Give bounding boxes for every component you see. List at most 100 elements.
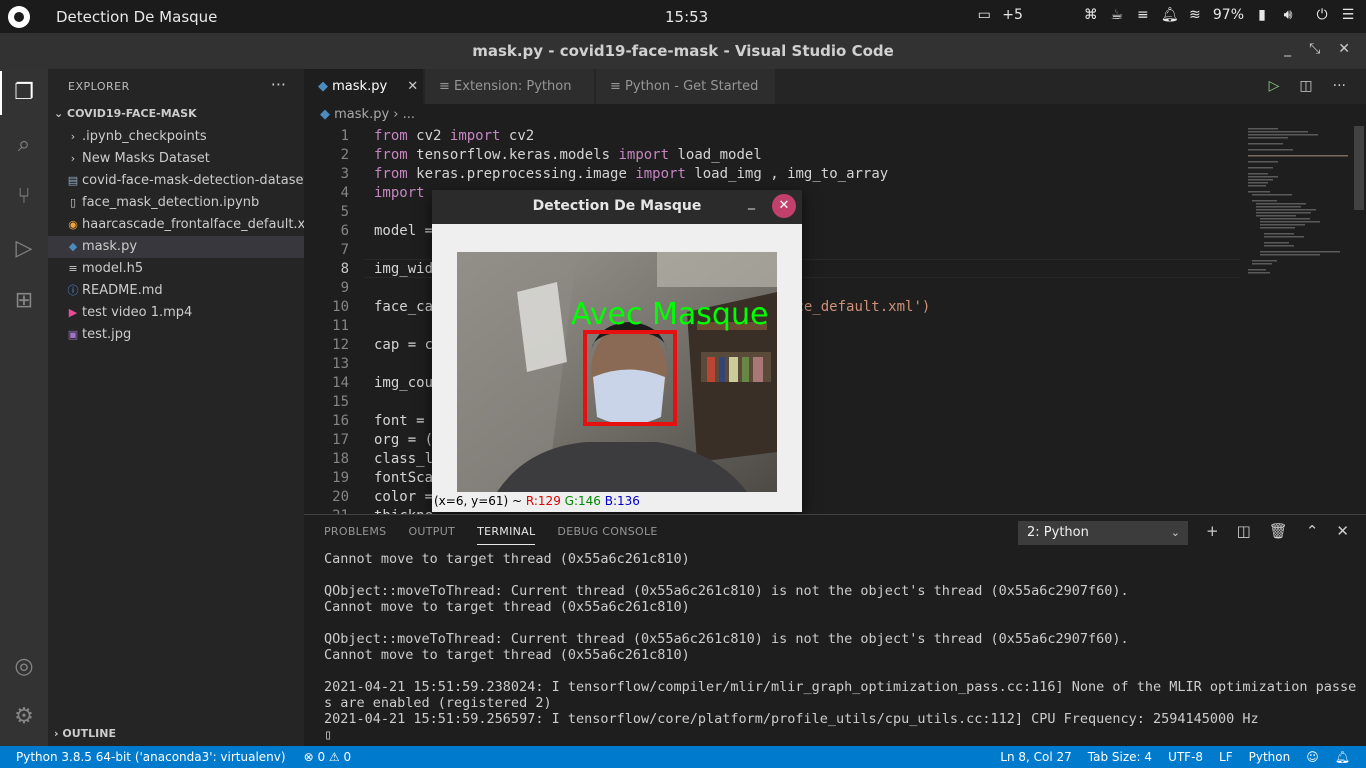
account-icon[interactable]: ◎ — [10, 653, 38, 681]
minimize-icon[interactable]: _ — [748, 194, 755, 210]
explorer-header: EXPLORER — [68, 80, 130, 93]
file-tree-item[interactable]: ▣ test.jpg — [48, 324, 304, 346]
opencv-window[interactable]: Detection De Masque _ ✕ Avec Masque (x=6… — [432, 190, 802, 512]
project-folder[interactable]: ⌄ COVID19-FACE-MASK — [54, 107, 197, 120]
menu-icon[interactable]: ≡ — [1135, 8, 1151, 22]
file-tree-label: New Masks Dataset — [82, 151, 210, 166]
breadcrumb-file[interactable]: mask.py — [334, 107, 389, 122]
window-icon[interactable]: ▭ — [976, 8, 992, 22]
line-number: 17 — [332, 432, 349, 448]
file-tree-item[interactable]: ⓘ README.md — [48, 280, 304, 302]
python-icon: ◆ — [318, 79, 328, 94]
breadcrumb-symbol[interactable]: ... — [403, 107, 415, 122]
split-editor-icon[interactable]: ◫ — [1299, 78, 1312, 94]
preview-icon: ≡ — [439, 79, 450, 94]
line-number: 12 — [332, 337, 349, 353]
code-line: import — [374, 185, 425, 201]
line-number: 5 — [340, 204, 349, 220]
file-tree-item[interactable]: ◉ haarcascade_frontalface_default.x... — [48, 214, 304, 236]
opencv-window-title: Detection De Masque — [532, 198, 702, 214]
trash-icon[interactable]: 🗑︎ — [1269, 522, 1288, 540]
tab-size[interactable]: Tab Size: 4 — [1088, 746, 1152, 768]
source-control-icon[interactable]: ⑂ — [10, 183, 38, 211]
close-icon[interactable]: ✕ — [1338, 41, 1350, 57]
power-icon[interactable]: ⏻ — [1314, 8, 1330, 22]
encoding[interactable]: UTF-8 — [1168, 746, 1203, 768]
close-tab-icon[interactable]: ✕ — [407, 79, 418, 94]
maximize-panel-icon[interactable]: ⌃ — [1306, 522, 1319, 540]
language-mode[interactable]: Python — [1249, 746, 1291, 768]
tab-debug-console[interactable]: DEBUG CONSOLE — [557, 525, 657, 545]
file-tree-item[interactable]: ≡ model.h5 — [48, 258, 304, 280]
close-panel-icon[interactable]: ✕ — [1336, 522, 1349, 540]
status-bar: Python 3.8.5 64-bit ('anaconda3': virtua… — [0, 746, 1366, 768]
extensions-icon[interactable]: ⊞ — [10, 287, 38, 315]
bell-icon[interactable]: 🔔︎ — [1335, 746, 1350, 768]
explorer-icon[interactable]: ❐ — [0, 71, 38, 115]
line-number: 7 — [340, 242, 349, 258]
restore-icon[interactable]: ⤡ — [1309, 41, 1320, 57]
minimize-icon[interactable]: _ — [1284, 41, 1291, 57]
file-tree-item[interactable]: › .ipynb_checkpoints — [48, 126, 304, 148]
code-line: color = — [374, 489, 434, 505]
tab-python-get-started[interactable]: ≡ Python - Get Started — [596, 69, 776, 104]
run-file-icon[interactable]: ▷ — [1269, 78, 1280, 94]
coffee-icon[interactable]: ☕ — [1109, 8, 1125, 22]
feedback-icon[interactable]: ☺ — [1306, 746, 1319, 768]
volume-icon[interactable]: 🔊︎ — [1280, 8, 1296, 22]
clock[interactable]: 15:53 — [665, 8, 708, 26]
close-icon[interactable]: ✕ — [772, 194, 796, 218]
cursor-position[interactable]: Ln 8, Col 27 — [1000, 746, 1072, 768]
file-tree-item[interactable]: › New Masks Dataset — [48, 148, 304, 170]
file-tree-item[interactable]: ◆ mask.py — [48, 236, 304, 258]
line-number: 20 — [332, 489, 349, 505]
tab-problems[interactable]: PROBLEMS — [324, 525, 386, 545]
wifi-icon[interactable]: ≋ — [1187, 8, 1203, 22]
minimap[interactable] — [1242, 126, 1352, 514]
notification-count[interactable]: +5 — [1002, 7, 1023, 23]
new-terminal-icon[interactable]: + — [1206, 522, 1219, 540]
battery-level[interactable]: 97% — [1213, 7, 1244, 23]
code-line: model = — [374, 223, 434, 239]
end-of-line[interactable]: LF — [1219, 746, 1233, 768]
more-actions-icon[interactable]: ··· — [271, 75, 286, 94]
tab-terminal[interactable]: TERMINAL — [477, 525, 536, 545]
system-top-bar: Detection De Masque 15:53 ▭ +5 ⌘ ☕ ≡ 🔔︎ … — [0, 0, 1366, 33]
tab-extension-python[interactable]: ≡ Extension: Python — [425, 69, 595, 104]
run-debug-icon[interactable]: ▷ — [10, 235, 38, 263]
problems-count[interactable]: ⊗ 0 ⚠ 0 — [304, 746, 352, 768]
battery-icon[interactable]: ▮ — [1254, 8, 1270, 22]
terminal-line: Cannot move to target thread (0x55a6c261… — [324, 551, 690, 567]
vscode-title-bar: mask.py - covid19-face-mask - Visual Stu… — [0, 33, 1366, 69]
line-number: 1 — [340, 128, 349, 144]
terminal-line: 2021-04-21 15:51:59.256597: I tensorflow… — [324, 711, 1259, 727]
chevron-right-icon: › — [70, 130, 76, 143]
file-tree-item[interactable]: ▶ test video 1.mp4 — [48, 302, 304, 324]
settings-icon[interactable]: ☰ — [1340, 8, 1356, 22]
terminal-line: QObject::moveToThread: Current thread (0… — [324, 583, 1129, 599]
search-icon[interactable]: ⌕ — [10, 131, 38, 159]
outline-section[interactable]: › OUTLINE — [54, 727, 116, 740]
split-terminal-icon[interactable]: ◫ — [1237, 522, 1251, 540]
editor-scroll-thumb[interactable] — [1354, 126, 1364, 210]
terminal-select[interactable]: 2: Python ⌄ — [1018, 521, 1188, 545]
os-logo-icon[interactable] — [8, 6, 30, 28]
bell-icon[interactable]: 🔔︎ — [1161, 8, 1179, 22]
manage-gear-icon[interactable]: ⚙ — [10, 703, 38, 731]
minimap-preview — [1248, 128, 1348, 274]
tab-output[interactable]: OUTPUT — [408, 525, 455, 545]
python-interpreter[interactable]: Python 3.8.5 64-bit ('anaconda3': virtua… — [16, 746, 286, 768]
python-icon: ◆ — [68, 240, 78, 253]
webcam-frame[interactable]: Avec Masque — [457, 252, 777, 492]
more-actions-icon[interactable]: ··· — [1333, 78, 1346, 94]
tab-mask-py[interactable]: ◆ mask.py ✕ — [304, 69, 424, 104]
line-number: 14 — [332, 375, 349, 391]
file-tree-item[interactable]: ▯ face_mask_detection.ipynb — [48, 192, 304, 214]
terminal-output[interactable]: Cannot move to target thread (0x55a6c261… — [324, 551, 1356, 743]
file-tree-item[interactable]: ▤ covid-face-mask-detection-dataset... — [48, 170, 304, 192]
apps-icon[interactable]: ⌘ — [1083, 8, 1099, 22]
system-tray: ▭ +5 ⌘ ☕ ≡ 🔔︎ ≋ 97% ▮ 🔊︎ ⏻ ☰ — [976, 7, 1356, 23]
